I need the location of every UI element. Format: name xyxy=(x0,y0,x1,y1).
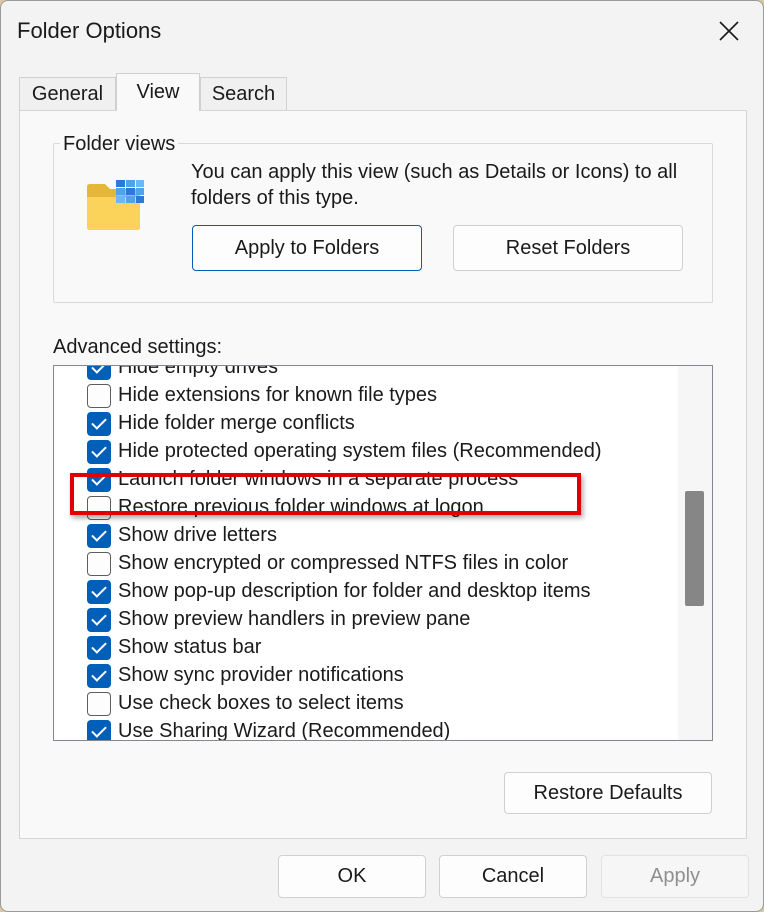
ok-button[interactable]: OK xyxy=(278,855,426,898)
checkbox[interactable] xyxy=(87,636,111,660)
close-button[interactable] xyxy=(701,9,757,53)
list-item-label: Hide protected operating system files (R… xyxy=(118,440,602,462)
checkbox[interactable] xyxy=(87,366,111,380)
list-item-label: Show status bar xyxy=(118,636,262,658)
list-item[interactable]: Hide protected operating system files (R… xyxy=(54,437,674,465)
highlight-box xyxy=(70,473,581,515)
checkbox[interactable] xyxy=(87,720,111,740)
reset-folders-button[interactable]: Reset Folders xyxy=(453,225,683,271)
folder-view-icon xyxy=(87,180,144,230)
close-icon xyxy=(719,21,739,41)
list-item[interactable]: Hide empty drives xyxy=(54,365,674,381)
tab-general[interactable]: General xyxy=(19,77,116,110)
apply-button[interactable]: Apply xyxy=(601,855,749,898)
list-item-label: Show drive letters xyxy=(118,524,277,546)
list-item[interactable]: Show encrypted or compressed NTFS files … xyxy=(54,549,674,577)
list-item-label: Show encrypted or compressed NTFS files … xyxy=(118,552,569,574)
list-item-label: Hide empty drives xyxy=(118,365,279,378)
list-item[interactable]: Show status bar xyxy=(54,633,674,661)
title-bar: Folder Options xyxy=(1,1,763,61)
list-item-label: Hide folder merge conflicts xyxy=(118,412,355,434)
checkbox[interactable] xyxy=(87,580,111,604)
list-item[interactable]: Show preview handlers in preview pane xyxy=(54,605,674,633)
restore-defaults-button[interactable]: Restore Defaults xyxy=(504,772,712,814)
advanced-settings-items: Hide empty drives Hide extensions for kno… xyxy=(54,365,674,741)
tab-search[interactable]: Search xyxy=(200,77,287,110)
advanced-settings-list[interactable]: Hide empty drives Hide extensions for kno… xyxy=(53,365,713,741)
folder-options-dialog: Folder Options General View Search Folde… xyxy=(0,0,764,912)
list-item-label: Use Sharing Wizard (Recommended) xyxy=(118,720,451,741)
folder-views-description: You can apply this view (such as Details… xyxy=(191,161,678,209)
advanced-settings-label: Advanced settings: xyxy=(53,336,222,358)
list-item-label: Show sync provider notifications xyxy=(118,664,404,686)
checkbox[interactable] xyxy=(87,692,111,716)
window-title: Folder Options xyxy=(17,18,162,43)
list-item-label: Use check boxes to select items xyxy=(118,692,404,714)
list-item[interactable]: Hide extensions for known file types xyxy=(54,381,674,409)
list-item[interactable]: Show sync provider notifications xyxy=(54,661,674,689)
list-item-label: Show preview handlers in preview pane xyxy=(118,608,471,630)
checkbox[interactable] xyxy=(87,384,111,408)
checkbox[interactable] xyxy=(87,412,111,436)
scrollbar-thumb[interactable] xyxy=(685,491,704,606)
list-item[interactable]: Use Sharing Wizard (Recommended) xyxy=(54,717,674,741)
list-item[interactable]: Show pop-up description for folder and d… xyxy=(54,577,674,605)
checkbox[interactable] xyxy=(87,440,111,464)
checkbox[interactable] xyxy=(87,552,111,576)
apply-to-folders-button[interactable]: Apply to Folders xyxy=(192,225,422,271)
list-item-label: Show pop-up description for folder and d… xyxy=(118,580,591,602)
cancel-button[interactable]: Cancel xyxy=(439,855,587,898)
folder-views-title: Folder views xyxy=(60,133,179,156)
checkbox[interactable] xyxy=(87,524,111,548)
list-item[interactable]: Hide folder merge conflicts xyxy=(54,409,674,437)
list-item-label: Hide extensions for known file types xyxy=(118,384,438,406)
checkbox[interactable] xyxy=(87,664,111,688)
tab-view[interactable]: View xyxy=(116,73,200,111)
list-item[interactable]: Use check boxes to select items xyxy=(54,689,674,717)
list-item[interactable]: Show drive letters xyxy=(54,521,674,549)
checkbox[interactable] xyxy=(87,608,111,632)
